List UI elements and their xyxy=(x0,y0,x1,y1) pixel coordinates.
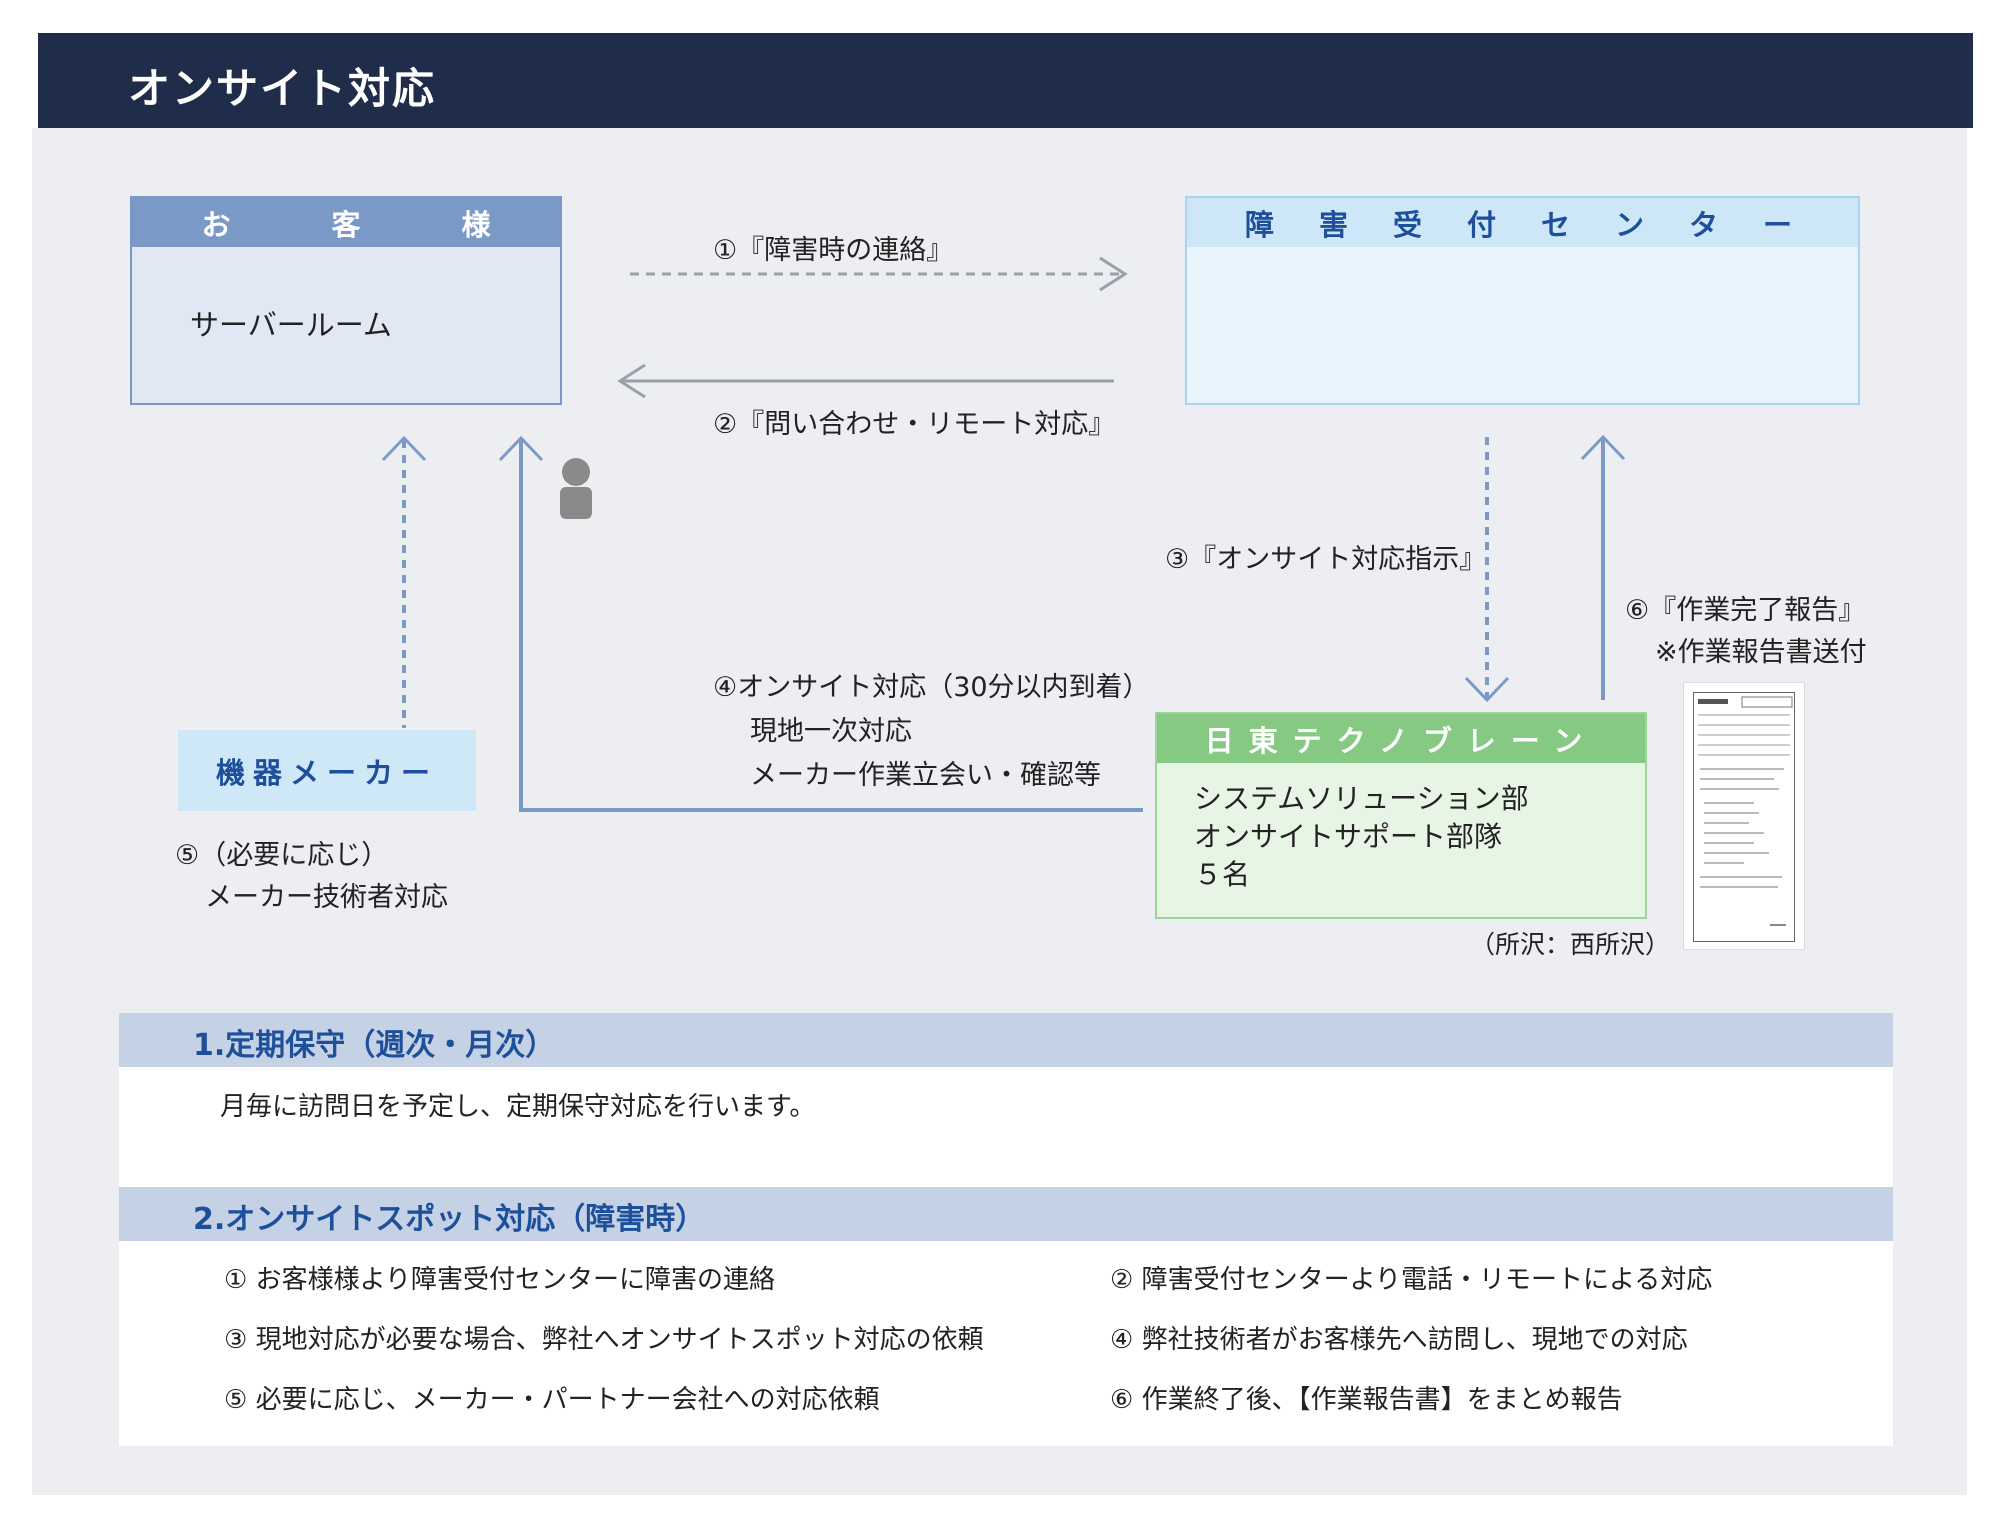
step2-label: ②『問い合わせ・リモート対応』 xyxy=(713,409,1116,440)
step6-detail: ※作業報告書送付 xyxy=(1655,637,1867,668)
list-item: ⑥ 作業終了後、【作業報告書】をまとめ報告 xyxy=(1110,1385,1623,1415)
section-regular-maintenance-text: 月毎に訪問日を予定し、定期保守対応を行います。 xyxy=(220,1092,816,1122)
nitto-count-label: ５名 xyxy=(1194,858,1251,891)
step1-label: ①『障害時の連絡』 xyxy=(713,235,954,266)
section-regular-maintenance-body xyxy=(119,1067,1893,1187)
step5-label: ⑤（必要に応じ） xyxy=(175,840,389,871)
list-item: ④ 弊社技術者がお客様先へ訪問し、現地での対応 xyxy=(1110,1325,1688,1355)
nitto-team-label: オンサイトサポート部隊 xyxy=(1194,820,1503,853)
step4-detail-1: 現地一次対応 xyxy=(750,716,912,747)
server-room-label: サーバールーム xyxy=(190,308,392,342)
section-regular-maintenance-title: 1.定期保守（週次・月次） xyxy=(193,1028,556,1063)
customer-title: お 客 様 xyxy=(132,198,560,247)
step4-detail-2: メーカー作業立会い・確認等 xyxy=(750,760,1101,791)
step4-label: ④オンサイト対応（30分以内到着） xyxy=(713,672,1150,703)
maker-box: 機器メーカー xyxy=(178,730,476,811)
list-item: ⑤ 必要に応じ、メーカー・パートナー会社への対応依頼 xyxy=(224,1385,880,1415)
list-item: ③ 現地対応が必要な場合、弊社へオンサイトスポット対応の依頼 xyxy=(224,1325,984,1355)
work-report-page xyxy=(1693,692,1795,942)
reception-center-title: 障 害 受 付 セ ン タ ー xyxy=(1187,198,1858,247)
nitto-title: 日東テクノブレーン xyxy=(1157,714,1645,763)
nitto-location: （所沢：西所沢） xyxy=(1470,930,1671,959)
nitto-dept-label: システムソリューション部 xyxy=(1194,782,1529,815)
report-content-icon xyxy=(1698,696,1793,926)
step3-label: ③『オンサイト対応指示』 xyxy=(1165,544,1487,575)
list-item: ① お客様様より障害受付センターに障害の連絡 xyxy=(224,1265,776,1295)
person-icon-onsite-engineer xyxy=(560,458,592,519)
section-spot-onsite-title: 2.オンサイトスポット対応（障害時） xyxy=(193,1202,706,1237)
list-item: ② 障害受付センターより電話・リモートによる対応 xyxy=(1110,1265,1713,1295)
step5-detail: メーカー技術者対応 xyxy=(205,882,448,913)
step6-label: ⑥『作業完了報告』 xyxy=(1625,595,1866,626)
